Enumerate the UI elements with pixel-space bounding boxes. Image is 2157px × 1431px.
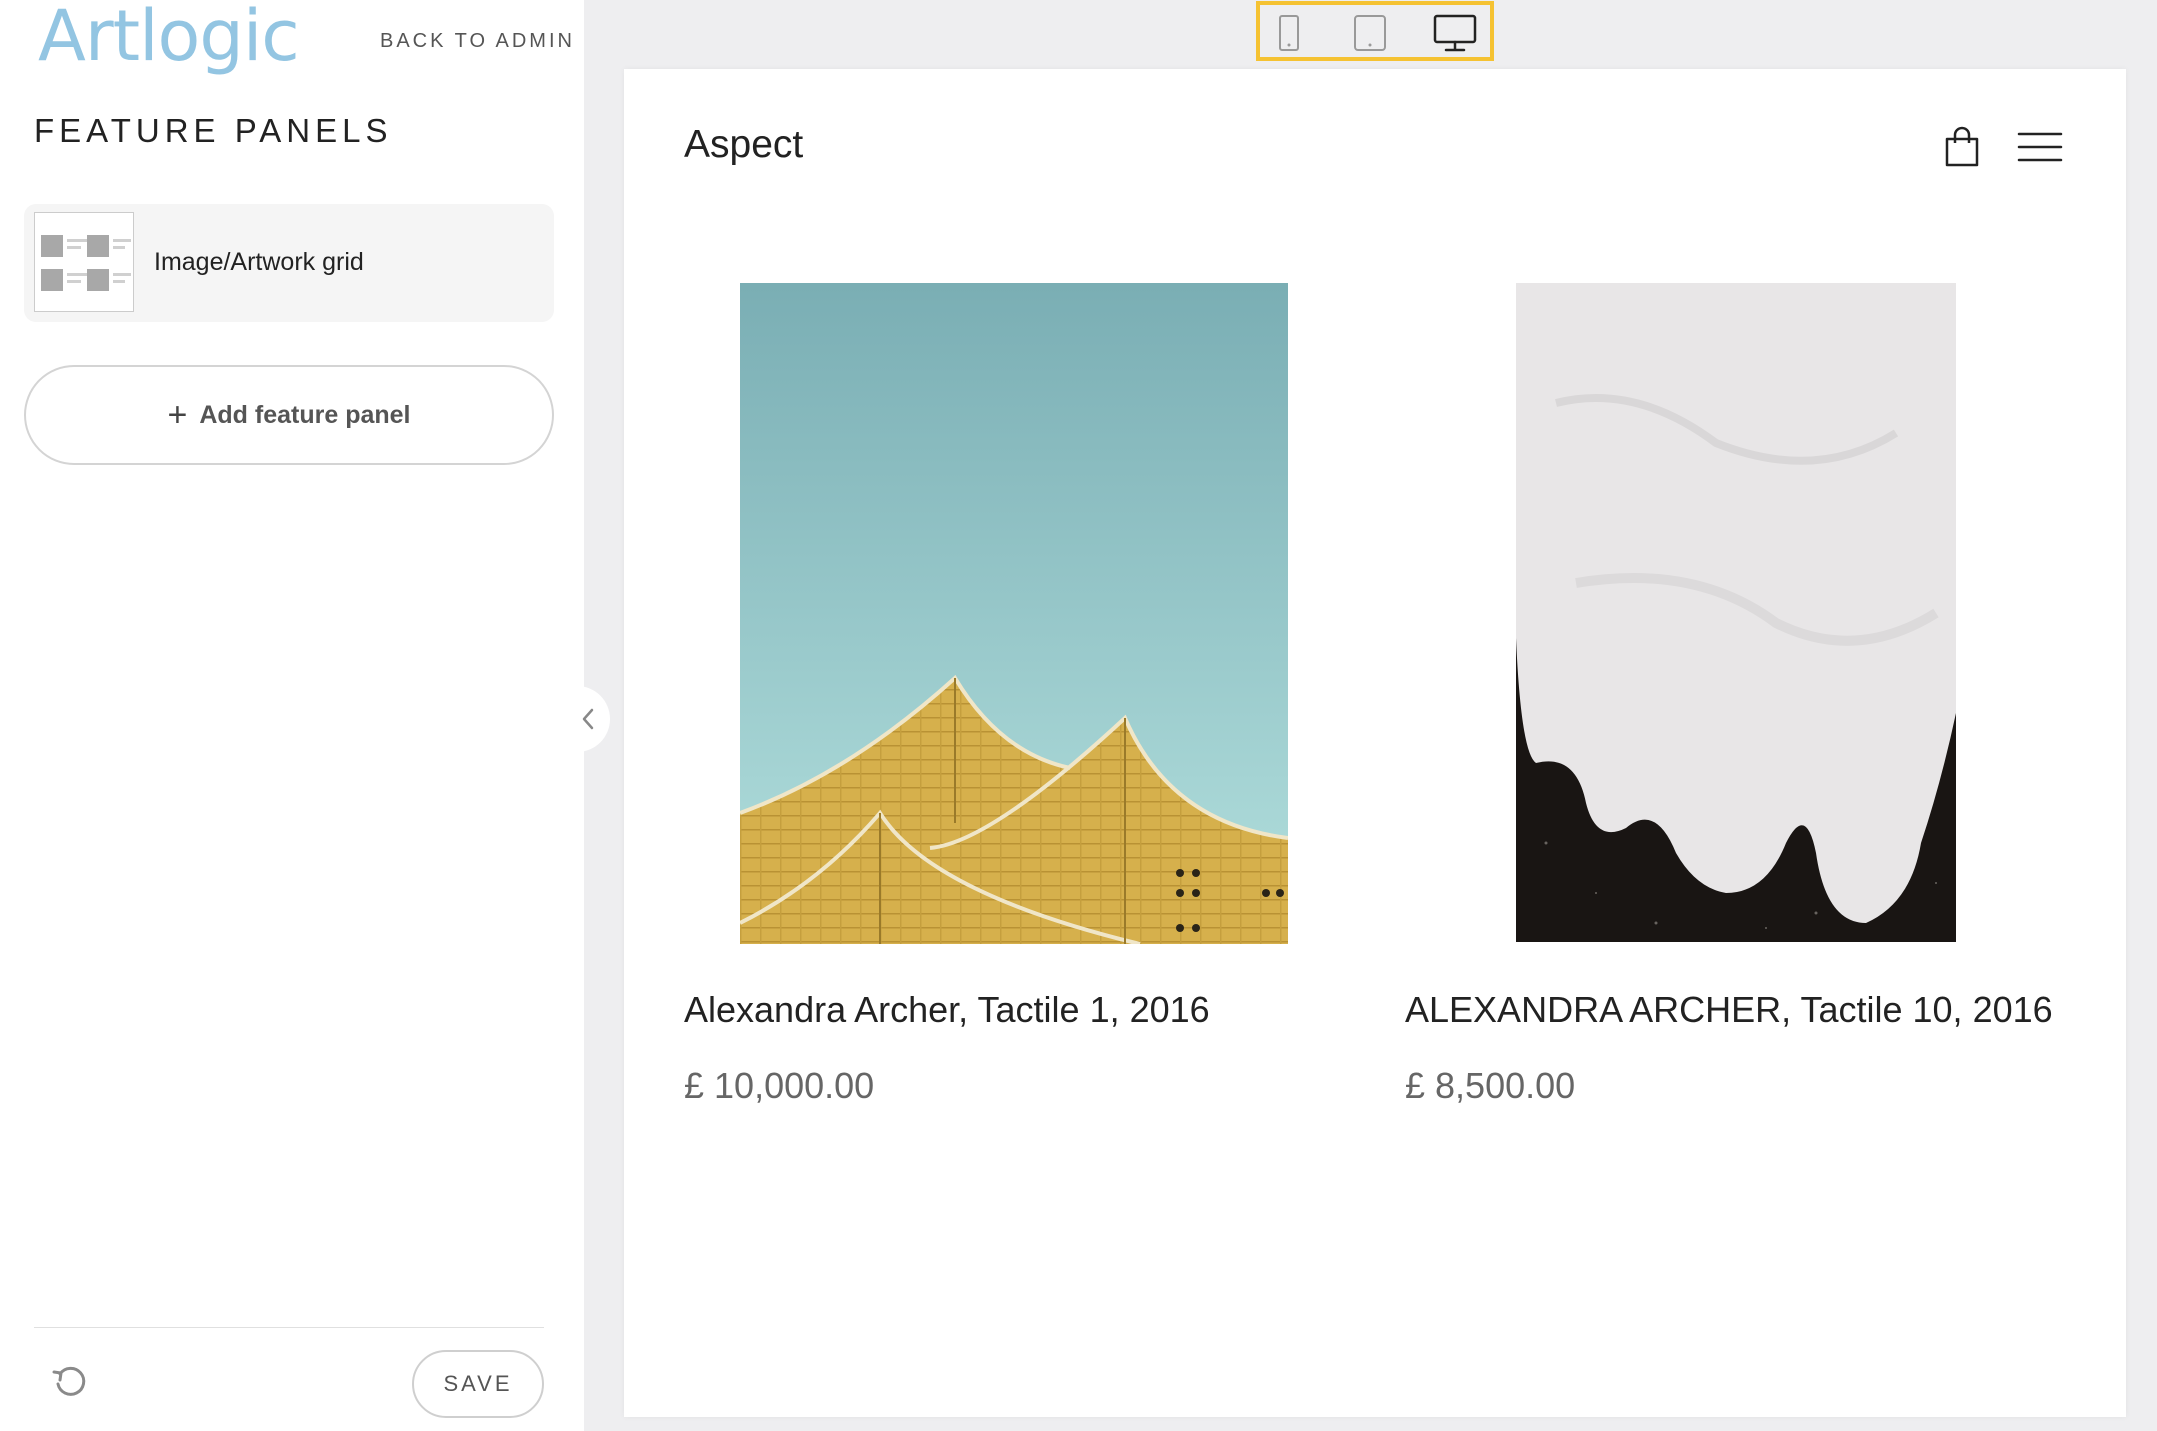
artwork-price-1: £ 10,000.00 [684, 1065, 875, 1106]
add-feature-panel-label: Add feature panel [199, 400, 411, 429]
section-title: FEATURE PANELS [34, 112, 393, 149]
save-button[interactable]: SAVE [412, 1350, 544, 1418]
plus-icon: + [167, 395, 188, 434]
feature-panels-sidebar: Artlogic BACK TO ADMIN FEATURE PANELS Im… [0, 0, 584, 1431]
feature-panel-label: Image/Artwork grid [154, 248, 364, 276]
collapse-sidebar-button[interactable] [566, 686, 610, 752]
artwork-image-2[interactable] [1516, 283, 1956, 942]
site-preview: Aspect Alexandra Archer, Tactile 1, 2016… [624, 69, 2126, 1417]
image-grid-thumbnail-icon [34, 212, 134, 312]
desktop-icon[interactable] [1432, 13, 1478, 53]
artwork-image-1[interactable] [740, 283, 1288, 944]
mobile-icon[interactable] [1274, 13, 1304, 53]
add-feature-panel-button[interactable]: + Add feature panel [24, 365, 554, 465]
undo-icon[interactable] [50, 1362, 90, 1402]
artwork-price-2: £ 8,500.00 [1405, 1065, 1576, 1106]
feature-panel-item[interactable]: Image/Artwork grid [24, 204, 554, 322]
artwork-title-2[interactable]: ALEXANDRA ARCHER, Tactile 10, 2016 [1405, 989, 2053, 1031]
tablet-icon[interactable] [1352, 13, 1388, 53]
sidebar-divider [34, 1327, 544, 1328]
back-to-admin-link[interactable]: BACK TO ADMIN [380, 30, 575, 53]
shopping-bag-icon[interactable] [1942, 125, 1982, 169]
artlogic-logo: Artlogic [38, 0, 300, 77]
device-toolbar [1256, 1, 1494, 61]
site-name[interactable]: Aspect [684, 123, 803, 167]
chevron-left-icon [582, 708, 594, 730]
hamburger-menu-icon[interactable] [2017, 131, 2063, 163]
artwork-title-1[interactable]: Alexandra Archer, Tactile 1, 2016 [684, 989, 1210, 1031]
